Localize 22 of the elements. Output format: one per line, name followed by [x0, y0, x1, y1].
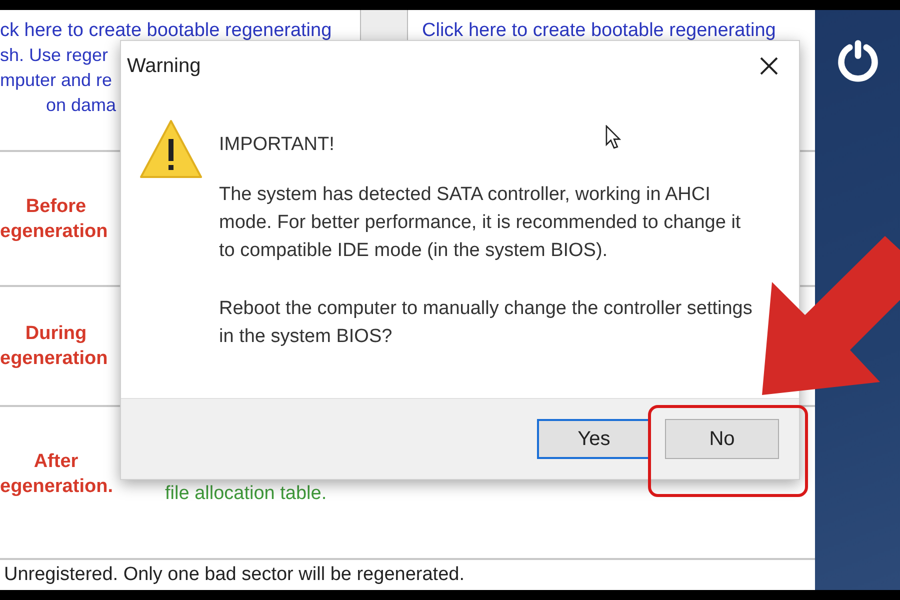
- dialog-message: The system has detected SATA controller, working in AHCI mode. For better performance, it is recommended to change it to compatible IDE mode (in the system BIOS).: [219, 183, 742, 263]
- no-button[interactable]: No: [665, 419, 779, 459]
- link-text[interactable]: ck here to create bootable regenerating: [0, 18, 360, 43]
- status-text: Unregistered. Only one bad sector will be regenerated.: [4, 564, 464, 586]
- row-label: After: [32, 450, 80, 474]
- link-text[interactable]: on dama: [0, 93, 116, 118]
- link-text[interactable]: mputer and re: [0, 68, 116, 93]
- mouse-pointer-icon: [605, 125, 621, 149]
- row-label: egeneration.: [0, 474, 114, 498]
- dialog-title: Warning: [127, 54, 201, 78]
- link-text[interactable]: Click here to create bootable regenerating: [422, 18, 815, 43]
- row-label: During: [24, 322, 88, 346]
- dialog-heading: IMPORTANT!: [219, 133, 334, 157]
- close-icon[interactable]: [759, 56, 779, 76]
- row-label: egeneration: [0, 347, 109, 371]
- link-text[interactable]: sh. Use reger: [0, 43, 116, 68]
- row-label: Before: [24, 194, 88, 218]
- row-label: egeneration: [0, 220, 109, 244]
- warning-icon: [139, 119, 203, 179]
- description-text: file allocation table.: [165, 483, 327, 505]
- yes-button[interactable]: Yes: [537, 419, 651, 459]
- dialog-message: Reboot the computer to manually change the controller settings in the system BIOS?: [219, 297, 754, 349]
